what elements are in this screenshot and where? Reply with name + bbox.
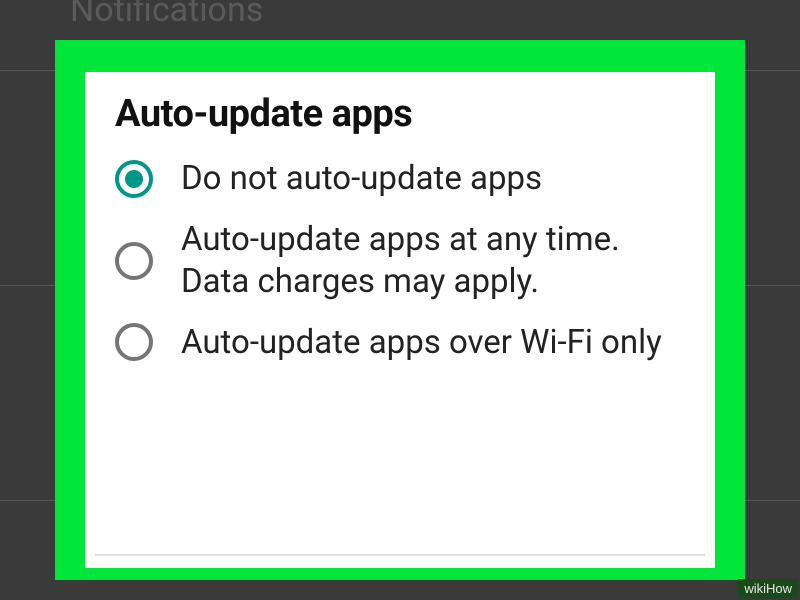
auto-update-dialog: Auto-update apps Do not auto-update apps… <box>85 72 715 568</box>
tutorial-highlight-frame: Auto-update apps Do not auto-update apps… <box>55 40 745 580</box>
radio-option-do-not-update[interactable]: Do not auto-update apps <box>115 158 690 199</box>
radio-icon <box>115 323 153 361</box>
radio-icon <box>115 160 153 198</box>
radio-option-wifi-only[interactable]: Auto-update apps over Wi-Fi only <box>115 322 690 363</box>
watermark: wikiHow <box>738 579 798 598</box>
option-label: Auto-update apps over Wi-Fi only <box>181 322 662 363</box>
background-section-title: Notifications <box>70 0 263 30</box>
option-label: Auto-update apps at any time. Data charg… <box>181 219 690 302</box>
option-label: Do not auto-update apps <box>181 158 542 199</box>
dialog-title: Auto-update apps <box>115 92 690 136</box>
radio-icon <box>115 242 153 280</box>
dialog-divider <box>95 554 705 556</box>
radio-option-any-time[interactable]: Auto-update apps at any time. Data charg… <box>115 219 690 302</box>
